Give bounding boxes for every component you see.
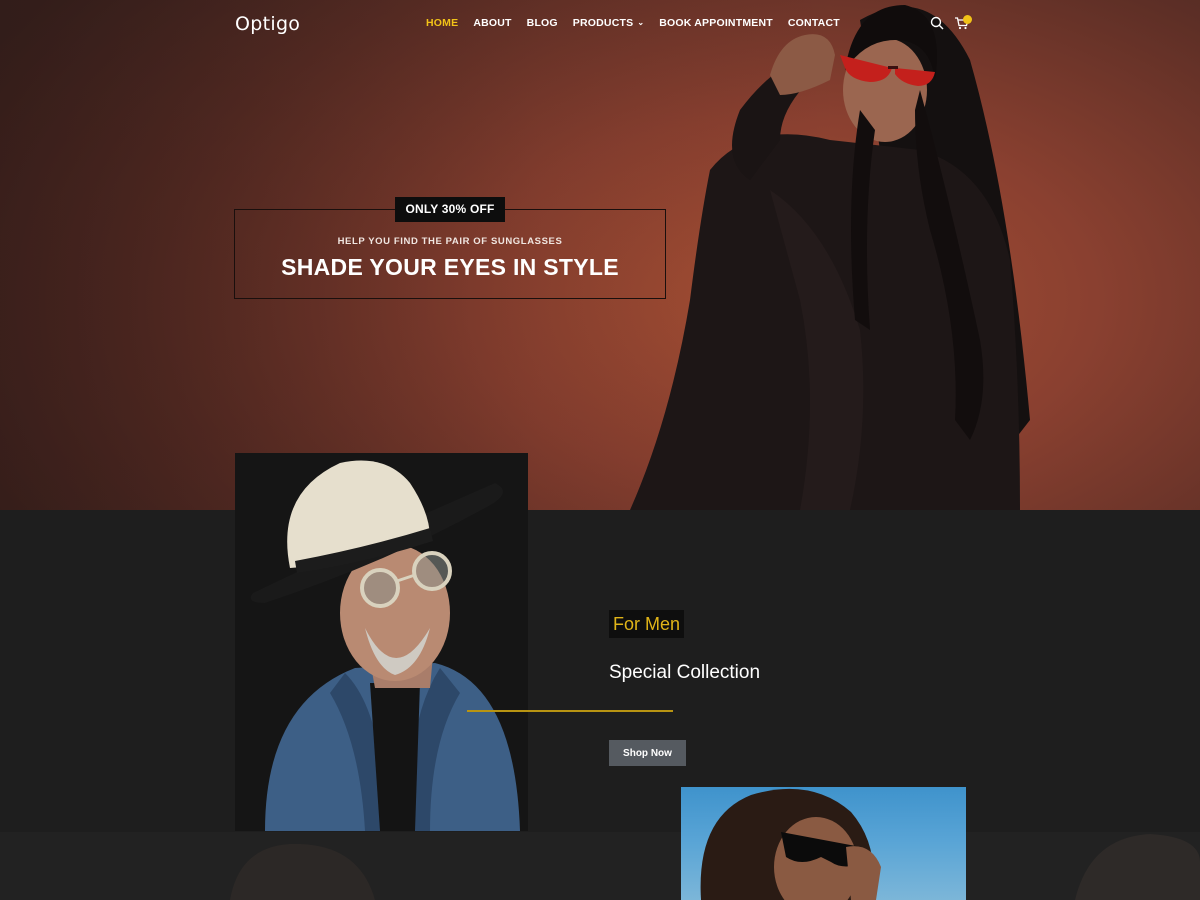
nav-item-products-label: PRODUCTS: [572, 17, 634, 29]
collection-category-badge: For Men: [609, 610, 685, 638]
nav-item-home[interactable]: HOME: [426, 17, 458, 29]
nav-menu: HOME ABOUT BLOG PRODUCTS ⌄ BOOK APPOINTME…: [426, 17, 840, 29]
chevron-down-icon: ⌄: [637, 18, 645, 27]
bottom-model-image-left: [230, 843, 375, 900]
search-icon[interactable]: [929, 15, 945, 31]
women-collection-image: [681, 787, 966, 900]
nav-item-about[interactable]: ABOUT: [473, 17, 511, 29]
hero-model-image: [630, 5, 1030, 510]
nav-item-contact[interactable]: CONTACT: [788, 17, 840, 29]
main-navigation: Optigo HOME ABOUT BLOG PRODUCTS ⌄ BOOK AP…: [0, 0, 1200, 48]
nav-item-blog[interactable]: BLOG: [527, 17, 558, 29]
discount-badge: ONLY 30% OFF: [395, 197, 505, 222]
collection-title: Special Collection: [609, 662, 761, 683]
divider-line: [467, 710, 673, 712]
site-logo[interactable]: Optigo: [235, 13, 300, 35]
hero-subtitle: HELP YOU FIND THE PAIR OF SUNGLASSES: [337, 236, 563, 247]
collection-section: [0, 510, 1200, 832]
cart-count-badge: [963, 15, 972, 24]
nav-item-products[interactable]: PRODUCTS ⌄: [573, 17, 644, 29]
shop-now-button[interactable]: Shop Now: [609, 740, 686, 766]
nav-item-book-appointment[interactable]: BOOK APPOINTMENT: [659, 17, 773, 29]
hero-title: SHADE YOUR EYES IN STYLE: [281, 254, 619, 280]
men-collection-image: [235, 453, 528, 831]
bottom-model-image-right: [1075, 834, 1200, 900]
